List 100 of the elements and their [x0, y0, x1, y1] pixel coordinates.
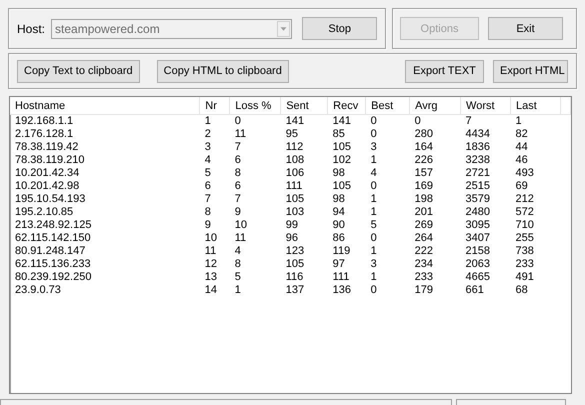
table-cell-text: 78.38.119.210	[14, 154, 86, 167]
table-cell-text: 62.115.142.150	[14, 232, 92, 245]
table-cell-text: 103	[284, 206, 306, 219]
table-cell-text: 46	[514, 154, 529, 167]
table-cell-text: 0	[370, 180, 378, 193]
table-cell-text: 5	[204, 167, 212, 180]
table-cell-text: 8	[234, 258, 242, 271]
table-cell-text: 3579	[464, 193, 492, 206]
table-cell-text: 7	[234, 193, 242, 206]
table-cell-text: 2063	[464, 258, 492, 271]
table-cell-text: 119	[332, 245, 352, 258]
table-cell: 7	[460, 114, 510, 128]
table-cell-text: 105	[332, 180, 352, 193]
table-cell-text: 164	[414, 141, 434, 154]
table-cell-text: 9	[234, 206, 242, 219]
table-cell-text: 572	[514, 206, 535, 219]
table-cell-text: 98	[332, 193, 346, 206]
table-cell-text: 14	[204, 284, 218, 297]
table-cell-text: 23.9.0.73	[14, 284, 62, 297]
table-cell-text: 85	[332, 128, 346, 141]
table-cell-text: 80.91.248.147	[14, 245, 86, 258]
table-cell-text: 213.248.92.125	[14, 219, 92, 232]
button[interactable]: Exit	[488, 17, 563, 40]
table-cell-text: 8	[204, 206, 212, 219]
table-cell-text: 269	[414, 219, 434, 232]
table-cell-text: 8	[234, 167, 242, 180]
table-cell-text: 44	[514, 141, 529, 154]
table-cell: 141	[328, 114, 366, 128]
table-cell-text: 1	[370, 245, 378, 258]
table-cell-text: 493	[514, 167, 535, 180]
table-cell-text: 233	[414, 271, 434, 284]
table-cell-text: 9	[204, 219, 212, 232]
table-cell-text: 105	[284, 193, 306, 206]
table-cell-text: 10	[204, 232, 218, 245]
table-cell-text: 2515	[464, 180, 492, 193]
button[interactable]: Export TEXT	[405, 60, 484, 82]
table-cell-text: 3	[370, 258, 378, 271]
table-cell-text: 212	[514, 193, 535, 206]
table-cell-text: 10	[234, 219, 248, 232]
column-header[interactable]: Avrg	[410, 97, 461, 114]
table-cell-text: 195.10.54.193	[14, 193, 86, 206]
table-cell-text: 11	[204, 245, 218, 258]
table-cell: 0	[366, 114, 410, 128]
table-cell-text: 1	[370, 154, 378, 167]
table-cell-text: 6	[234, 180, 242, 193]
table-cell: 141	[280, 114, 328, 128]
table-cell-text: 0	[370, 284, 378, 297]
table-cell-text: 3407	[464, 232, 492, 245]
table-cell-text: 255	[514, 232, 535, 245]
table-cell-text: 11	[234, 232, 248, 245]
table-cell-text: 95	[284, 128, 299, 141]
table-cell-text: 1	[370, 193, 378, 206]
table-cell-text: 123	[284, 245, 306, 258]
table-cell-text: 94	[332, 206, 346, 219]
table-cell-text: 108	[284, 154, 306, 167]
host-label: Host:	[17, 22, 46, 36]
column-header[interactable]: Nr	[200, 97, 230, 114]
table-cell-text: 98	[332, 167, 346, 180]
table-cell-text: 201	[414, 206, 434, 219]
table-cell-text: 3	[370, 141, 378, 154]
column-header[interactable]: Recv	[328, 97, 366, 114]
table-cell-text: 3238	[464, 154, 492, 167]
table-cell-text: 280	[414, 128, 434, 141]
table-cell-text: 102	[332, 154, 352, 167]
table-cell-text: 195.2.10.85	[14, 206, 74, 219]
button[interactable]: Copy HTML to clipboard	[156, 60, 289, 82]
table-cell-text: 3095	[464, 219, 492, 232]
column-header[interactable]: Best	[366, 97, 410, 114]
button[interactable]: Copy Text to clipboard	[17, 60, 140, 82]
table-cell-text: 222	[414, 245, 434, 258]
table-cell-text: 97	[332, 258, 346, 271]
table-cell-text: 2.176.128.1	[14, 128, 74, 141]
table-cell-text: 11	[234, 128, 248, 141]
table-cell-text: 69	[514, 180, 529, 193]
table-cell-text: 710	[514, 219, 535, 232]
table-cell-text: 226	[414, 154, 434, 167]
column-header[interactable]: Sent	[280, 97, 328, 114]
table-cell-text: 157	[414, 167, 434, 180]
table-cell-text: 198	[414, 193, 434, 206]
table-cell-text: 0	[370, 128, 378, 141]
column-header[interactable]: Hostname	[10, 97, 200, 114]
table-cell-text: 105	[284, 258, 306, 271]
button[interactable]: Export HTML	[493, 60, 568, 82]
table-cell-text: 3	[204, 141, 212, 154]
table-cell-text: 90	[332, 219, 346, 232]
column-header[interactable]: Worst	[460, 97, 510, 114]
table-cell-text: 106	[284, 167, 306, 180]
button[interactable]: Stop	[302, 17, 377, 40]
table-cell-text: 491	[514, 271, 535, 284]
column-header[interactable]: Loss %	[230, 97, 281, 114]
table-cell-text: 82	[514, 128, 529, 141]
table-cell-text: 6	[234, 154, 242, 167]
table-cell-text: 7	[234, 141, 242, 154]
table-cell: 1	[200, 114, 230, 128]
table-cell-text: 13	[204, 271, 218, 284]
table-cell-text: 80.239.192.250	[14, 271, 92, 284]
table-cell-text: 1	[370, 271, 378, 284]
column-header[interactable]: Last	[510, 97, 560, 114]
table-cell-text: 1	[370, 206, 378, 219]
table-cell: 0	[410, 114, 461, 128]
